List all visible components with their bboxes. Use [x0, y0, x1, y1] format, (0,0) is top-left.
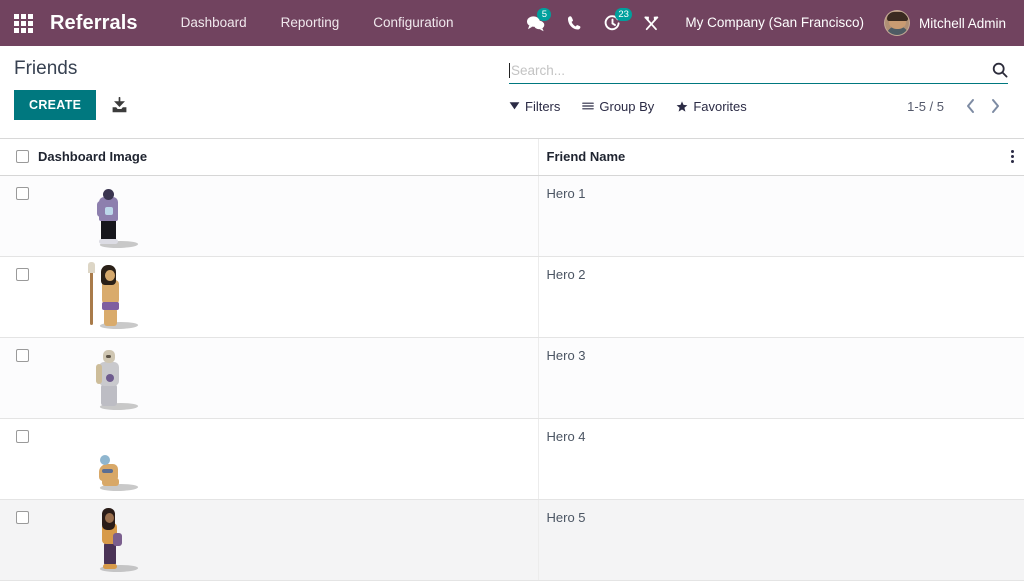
cell-friend-name[interactable]: Hero 2: [538, 256, 1000, 337]
create-button[interactable]: CREATE: [14, 90, 96, 120]
filters-label: Filters: [525, 99, 560, 114]
activities-icon[interactable]: 23: [593, 0, 632, 46]
menu-item-reporting[interactable]: Reporting: [264, 0, 357, 46]
user-name-label: Mitchell Admin: [919, 16, 1006, 31]
row-select-cell: [0, 175, 38, 256]
group-by-button[interactable]: Group By: [582, 99, 654, 114]
menu-item-dashboard[interactable]: Dashboard: [164, 0, 264, 46]
select-all-header: [0, 139, 38, 175]
table-row[interactable]: Hero 5: [0, 499, 1024, 580]
hero-figure-5: [86, 506, 146, 572]
vertical-dots-icon[interactable]: [1000, 149, 1024, 164]
apps-grid-icon[interactable]: [0, 0, 46, 46]
optional-columns-header: [1000, 139, 1024, 175]
menu-item-configuration[interactable]: Configuration: [356, 0, 470, 46]
row-end-cell: [1000, 418, 1024, 499]
messages-badge: 5: [537, 8, 551, 21]
systray: 5 23 My Company (San Francisco): [515, 0, 1024, 46]
cell-friend-name[interactable]: Hero 4: [538, 418, 1000, 499]
search-caret: [509, 63, 510, 78]
friend-name-text: Hero 2: [547, 257, 1001, 282]
friend-name-text: Hero 5: [547, 500, 1001, 525]
favorites-button[interactable]: Favorites: [676, 99, 746, 114]
table-row[interactable]: Hero 3: [0, 337, 1024, 418]
row-select-cell: [0, 499, 38, 580]
table-row[interactable]: Hero 1: [0, 175, 1024, 256]
hero-figure-2: [86, 263, 146, 329]
friend-name-text: Hero 1: [547, 176, 1001, 201]
control-panel-left: Friends CREATE: [14, 46, 128, 120]
table-row[interactable]: Hero 2: [0, 256, 1024, 337]
row-end-cell: [1000, 499, 1024, 580]
friend-name-text: Hero 4: [547, 419, 1001, 444]
table-header-row: Dashboard Image Friend Name: [0, 139, 1024, 175]
debug-tools-icon[interactable]: [632, 0, 671, 46]
company-switcher[interactable]: My Company (San Francisco): [671, 0, 878, 46]
row-end-cell: [1000, 256, 1024, 337]
cell-dashboard-image[interactable]: [38, 337, 538, 418]
phone-icon[interactable]: [556, 0, 593, 46]
pager-next-button[interactable]: [983, 98, 1008, 114]
user-avatar: [884, 10, 910, 36]
group-by-bars-icon: [582, 101, 594, 111]
row-checkbox[interactable]: [16, 511, 29, 524]
select-all-checkbox[interactable]: [16, 150, 29, 163]
filters-button[interactable]: Filters: [509, 99, 560, 114]
friends-table: Dashboard Image Friend Name: [0, 139, 1024, 581]
search-input[interactable]: Search...: [511, 62, 992, 79]
control-panel-buttons: CREATE: [14, 90, 128, 120]
import-records-icon[interactable]: [111, 97, 128, 114]
cell-friend-name[interactable]: Hero 1: [538, 175, 1000, 256]
pager-previous-button[interactable]: [958, 98, 983, 114]
column-header-friend-name[interactable]: Friend Name: [538, 139, 1000, 175]
control-panel-right: Search... Filters Group By: [509, 46, 1008, 123]
cell-friend-name[interactable]: Hero 5: [538, 499, 1000, 580]
hero-figure-1: [86, 182, 146, 248]
table-row[interactable]: Hero 4: [0, 418, 1024, 499]
top-navbar: Referrals Dashboard Reporting Configurat…: [0, 0, 1024, 46]
cell-dashboard-image[interactable]: [38, 175, 538, 256]
cell-dashboard-image[interactable]: [38, 256, 538, 337]
page-title: Friends: [14, 46, 128, 81]
row-checkbox[interactable]: [16, 268, 29, 281]
cell-dashboard-image[interactable]: [38, 499, 538, 580]
search-bar[interactable]: Search...: [509, 57, 1008, 84]
activities-badge: 23: [615, 8, 632, 21]
row-end-cell: [1000, 175, 1024, 256]
favorites-star-icon: [676, 101, 688, 112]
favorites-label: Favorites: [693, 99, 746, 114]
row-end-cell: [1000, 337, 1024, 418]
hero-figure-4: [86, 425, 146, 491]
filters-row: Filters Group By Favorites 1-5 / 5: [509, 89, 1008, 123]
group-by-label: Group By: [599, 99, 654, 114]
messages-icon[interactable]: 5: [515, 0, 556, 46]
table-body: Hero 1: [0, 175, 1024, 580]
row-select-cell: [0, 418, 38, 499]
chevron-left-icon: [965, 98, 976, 114]
row-checkbox[interactable]: [16, 430, 29, 443]
row-select-cell: [0, 256, 38, 337]
row-checkbox[interactable]: [16, 187, 29, 200]
chevron-right-icon: [990, 98, 1001, 114]
app-brand-referrals[interactable]: Referrals: [50, 12, 138, 35]
search-icon[interactable]: [992, 62, 1008, 78]
row-select-cell: [0, 337, 38, 418]
friend-name-text: Hero 3: [547, 338, 1001, 363]
pager: 1-5 / 5: [907, 98, 1008, 114]
row-checkbox[interactable]: [16, 349, 29, 362]
cell-friend-name[interactable]: Hero 3: [538, 337, 1000, 418]
list-view: Dashboard Image Friend Name: [0, 139, 1024, 581]
control-panel: Friends CREATE Search...: [0, 46, 1024, 139]
table-header: Dashboard Image Friend Name: [0, 139, 1024, 175]
pager-count: 1-5 / 5: [907, 99, 944, 114]
column-header-dashboard-image[interactable]: Dashboard Image: [38, 139, 538, 175]
cell-dashboard-image[interactable]: [38, 418, 538, 499]
hero-figure-3: [86, 344, 146, 410]
apps-grid-squares: [14, 14, 33, 33]
user-menu[interactable]: Mitchell Admin: [878, 0, 1014, 46]
filter-caret-icon: [509, 101, 520, 111]
